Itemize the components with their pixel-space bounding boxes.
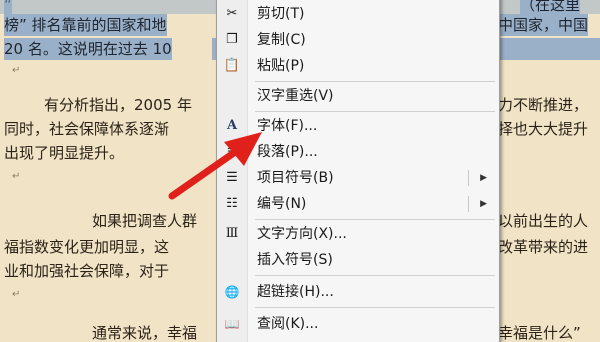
screenshot-stage: “ 榜” 排名靠前的国家和地 中国家，中国 20 名。这说明在过去 10 ↵ 有… xyxy=(0,0,600,342)
red-arrow-icon xyxy=(168,132,262,200)
